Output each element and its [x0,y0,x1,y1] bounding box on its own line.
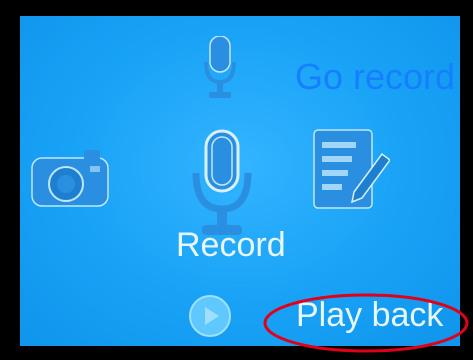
device-frame: Go record Record Play back [0,0,473,360]
go-record-label[interactable]: Go record [295,56,455,98]
annotation-ellipse [263,293,469,353]
notepad-pencil-icon[interactable] [310,128,390,212]
microphone-icon[interactable] [203,36,237,100]
record-label[interactable]: Record [176,226,286,265]
microphone-icon[interactable] [190,129,254,239]
play-icon[interactable] [188,294,232,338]
camera-icon[interactable] [30,146,110,208]
